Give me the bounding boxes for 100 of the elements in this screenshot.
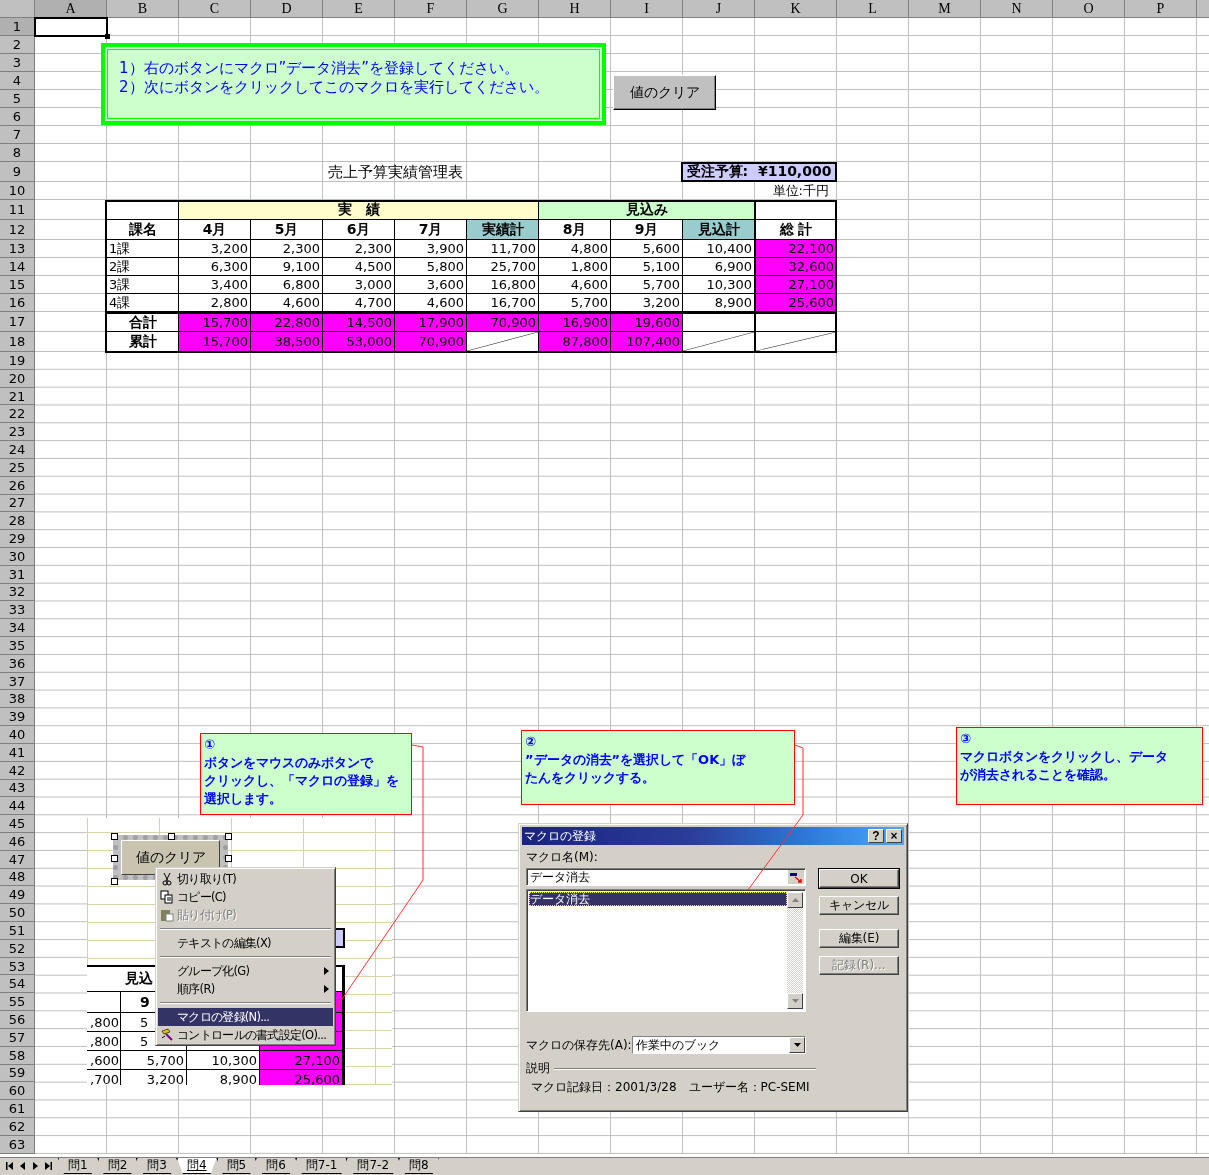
- column-header[interactable]: O: [1053, 0, 1125, 18]
- row-header[interactable]: 28: [0, 512, 35, 531]
- table-cell: 19,600: [611, 312, 683, 332]
- table-cell: 16,800: [467, 276, 539, 294]
- column-header[interactable]: D: [251, 0, 323, 18]
- sheet-tab[interactable]: 問8: [399, 1158, 439, 1174]
- sheet-tab[interactable]: 問2: [97, 1158, 138, 1174]
- list-item[interactable]: データ消去: [529, 892, 787, 906]
- row-header[interactable]: 60: [0, 1082, 35, 1101]
- sheet-tab[interactable]: 問6: [256, 1158, 296, 1174]
- row-header[interactable]: 61: [0, 1100, 35, 1118]
- row-header[interactable]: 12: [0, 220, 35, 240]
- table-cell: 4,600: [251, 294, 323, 312]
- table-cell: 2課: [107, 258, 179, 276]
- column-header[interactable]: N: [981, 0, 1053, 18]
- row-header[interactable]: 39: [0, 708, 35, 727]
- row-header[interactable]: 13: [0, 240, 35, 258]
- row-header[interactable]: 10: [0, 182, 35, 200]
- macro-list[interactable]: データ消去: [526, 889, 806, 1012]
- row-header[interactable]: 16: [0, 294, 35, 312]
- row-header[interactable]: 4: [0, 72, 35, 90]
- row-header[interactable]: 9: [0, 162, 35, 182]
- column-header[interactable]: J: [683, 0, 755, 18]
- column-header[interactable]: K: [755, 0, 837, 18]
- row-header[interactable]: 29: [0, 530, 35, 548]
- callout-text: たんをクリックする。: [525, 769, 655, 787]
- column-header[interactable]: E: [323, 0, 395, 18]
- menu-item[interactable]: マクロの登録(N)...: [158, 1008, 333, 1026]
- row-header[interactable]: 38: [0, 690, 35, 709]
- row-header[interactable]: 44: [0, 797, 35, 816]
- row-header[interactable]: 49: [0, 886, 35, 905]
- row-header[interactable]: 35: [0, 637, 35, 655]
- macro-name-field[interactable]: データ消去: [526, 868, 806, 886]
- row-header[interactable]: 22: [0, 405, 35, 424]
- row-header[interactable]: 23: [0, 423, 35, 442]
- row-header[interactable]: 7: [0, 126, 35, 144]
- dialog-title: マクロの登録: [524, 827, 597, 845]
- table-cell: 9,100: [251, 258, 323, 276]
- column-header[interactable]: M: [909, 0, 981, 18]
- row-header[interactable]: 45: [0, 815, 35, 833]
- row-header[interactable]: 5: [0, 90, 35, 108]
- table-cell: 3課: [107, 276, 179, 294]
- sheet-tab[interactable]: 問4: [176, 1158, 217, 1174]
- row-header[interactable]: 3: [0, 54, 35, 72]
- row-header[interactable]: 54: [0, 975, 35, 994]
- column-header[interactable]: I: [611, 0, 683, 18]
- dialog-button[interactable]: キャンセル: [819, 896, 899, 915]
- row-header[interactable]: 51: [0, 922, 35, 940]
- menu-item[interactable]: テキストの編集(X): [158, 934, 333, 952]
- column-header[interactable]: L: [837, 0, 909, 18]
- dialog-button[interactable]: 編集(E): [819, 929, 899, 948]
- column-header[interactable]: B: [107, 0, 179, 18]
- dialog-button[interactable]: OK: [819, 869, 899, 888]
- store-dropdown[interactable]: 作業中のブック: [632, 1036, 806, 1054]
- row-header[interactable]: 15: [0, 276, 35, 294]
- column-header[interactable]: H: [539, 0, 611, 18]
- column-header[interactable]: G: [467, 0, 539, 18]
- row-header[interactable]: 24: [0, 441, 35, 459]
- row-header[interactable]: 17: [0, 312, 35, 332]
- row-header[interactable]: 19: [0, 352, 35, 370]
- close-button[interactable]: ×: [886, 829, 902, 843]
- row-header[interactable]: 18: [0, 332, 35, 352]
- row-header[interactable]: 1: [0, 18, 35, 36]
- menu-item[interactable]: コピー(C): [158, 888, 333, 906]
- sheet-tab[interactable]: 問7-2: [347, 1158, 400, 1174]
- table-cell: 2,300: [323, 240, 395, 258]
- table-cell: 16,700: [467, 294, 539, 312]
- column-header[interactable]: P: [1125, 0, 1197, 18]
- row-header[interactable]: 55: [0, 993, 35, 1012]
- row-header[interactable]: 14: [0, 258, 35, 276]
- row-header[interactable]: 56: [0, 1011, 35, 1029]
- clear-button[interactable]: 値のクリア: [613, 75, 716, 110]
- callout-text: ③: [960, 730, 971, 748]
- sheet-tab[interactable]: 問7-1: [295, 1158, 348, 1174]
- help-button[interactable]: ?: [868, 829, 884, 843]
- table-cell: 10,400: [683, 240, 755, 258]
- table-cell: 3,000: [323, 276, 395, 294]
- row-header[interactable]: 11: [0, 200, 35, 220]
- row-header[interactable]: 6: [0, 108, 35, 126]
- sheet-tab[interactable]: 問1: [58, 1158, 98, 1174]
- row-header[interactable]: 33: [0, 601, 35, 620]
- table-cell: 3,600: [395, 276, 467, 294]
- row-header[interactable]: 8: [0, 144, 35, 162]
- sheet-tab[interactable]: 問3: [137, 1158, 177, 1174]
- table-cell: 70,900: [467, 312, 539, 332]
- row-header[interactable]: 40: [0, 726, 35, 744]
- row-header[interactable]: 50: [0, 904, 35, 922]
- column-header[interactable]: F: [395, 0, 467, 18]
- instruction-text: 1）右のボタンにマクロ”データ消去”を登録してください。: [119, 59, 521, 78]
- table-cell: 6,800: [251, 276, 323, 294]
- row-header[interactable]: 2: [0, 36, 35, 54]
- column-header[interactable]: C: [179, 0, 251, 18]
- table-cell: ,800: [87, 1032, 121, 1050]
- row-header[interactable]: 34: [0, 619, 35, 637]
- column-header[interactable]: A: [35, 0, 107, 18]
- table-cell: 5,100: [611, 258, 683, 276]
- sheet-tab[interactable]: 問5: [216, 1158, 257, 1174]
- table-cell: 27,100: [260, 1051, 343, 1069]
- field-label: マクロ名(M):: [526, 849, 599, 866]
- table-cell: 6,900: [683, 258, 755, 276]
